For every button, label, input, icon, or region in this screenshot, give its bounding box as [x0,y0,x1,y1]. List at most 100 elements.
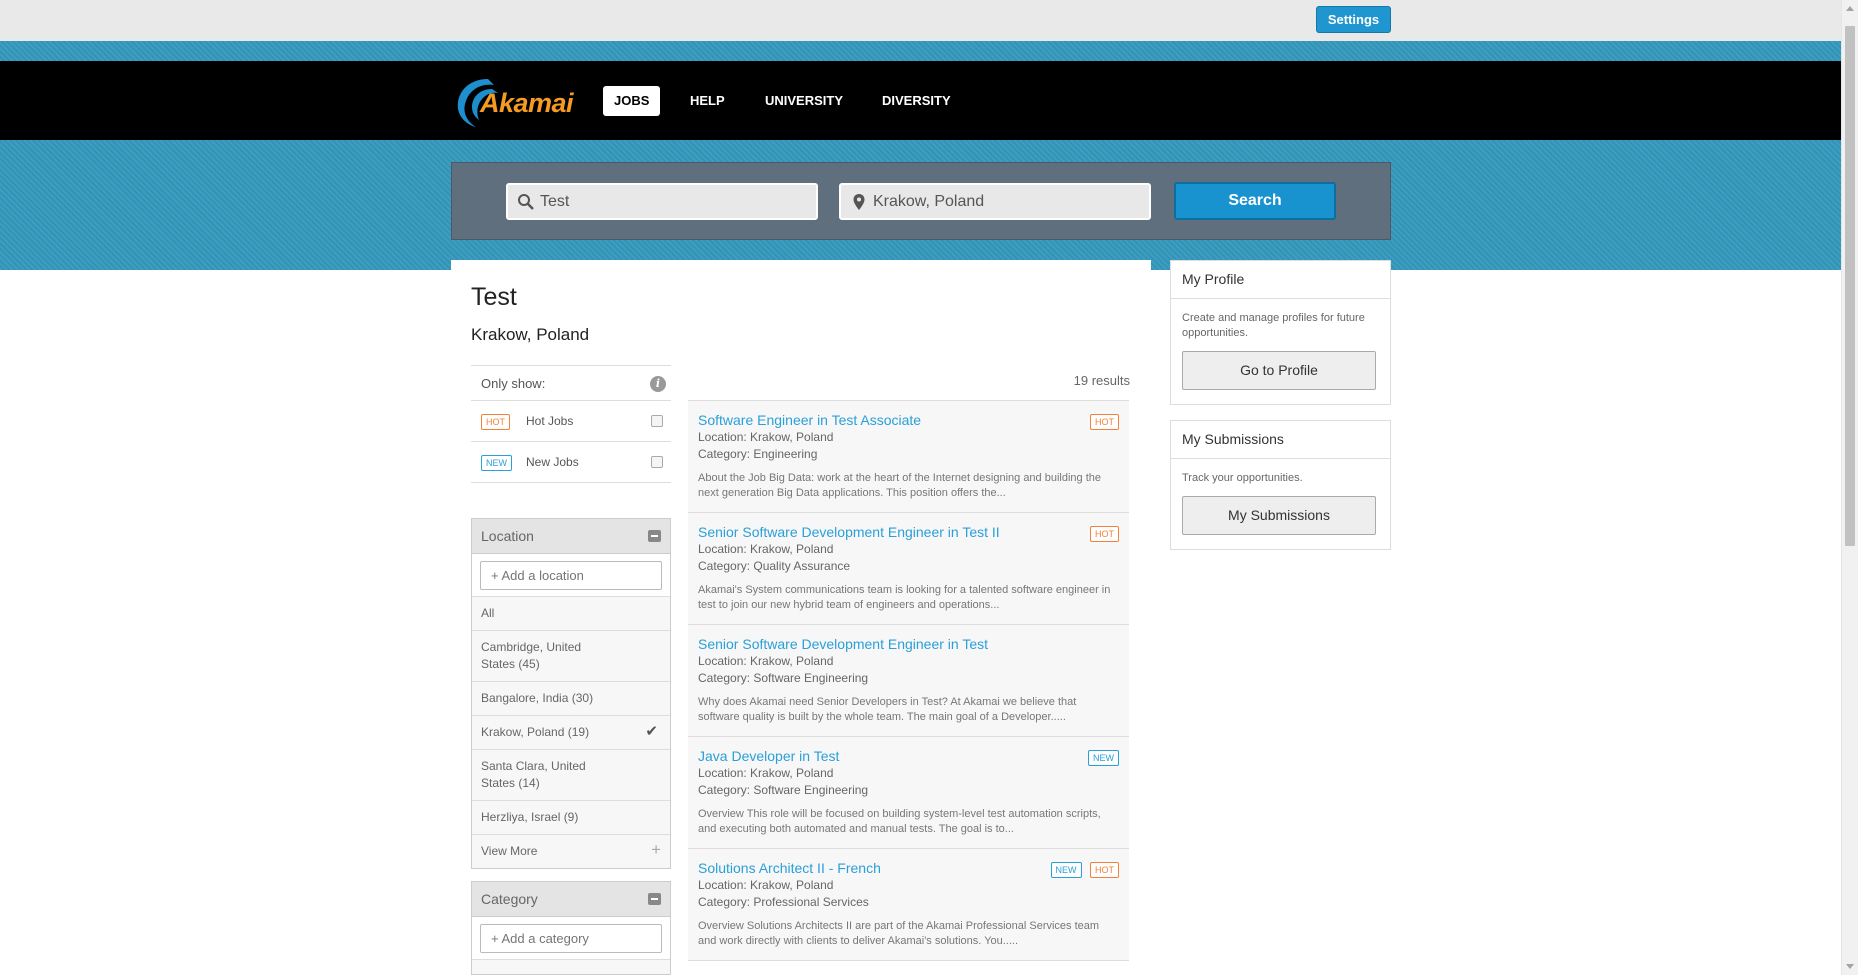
location-facet: Location All Cambridge, United States (4… [471,518,671,869]
my-submissions-card: My Submissions Track your opportunities.… [1170,420,1391,550]
only-show-header: Only show: i [471,365,671,401]
job-description: Overview This role will be focused on bu… [698,808,1101,835]
checkmark-icon: ✔ [645,723,658,740]
results-count: 19 results [1073,373,1130,388]
info-icon[interactable]: i [650,376,666,392]
search-panel: Search [451,162,1391,240]
job-category: Category: Software Engineering [698,671,869,685]
job-description: About the Job Big Data: work at the hear… [698,472,1101,499]
job-title-link[interactable]: Java Developer in Test [698,748,1119,765]
new-tag: NEW [481,455,512,471]
scroll-thumb[interactable] [1845,26,1855,546]
hot-jobs-checkbox[interactable] [651,415,663,427]
my-submissions-title: My Submissions [1171,421,1390,459]
nav-university[interactable]: UNIVERSITY [754,86,854,116]
job-location: Location: Krakow, Poland [698,430,834,444]
hot-jobs-filter[interactable]: HOT Hot Jobs [471,401,671,442]
page-title: Test [471,283,517,311]
location-option-santa-clara[interactable]: Santa Clara, United States (14) [472,750,670,801]
add-category-row [472,917,670,960]
logo-text: Akamai [480,88,574,118]
my-profile-title: My Profile [1171,261,1390,299]
job-title-link[interactable]: Senior Software Development Engineer in … [698,524,1119,541]
add-category-input[interactable] [480,924,662,953]
only-show-label: Only show: [481,376,546,391]
job-category: Category: Professional Services [698,895,869,909]
job-location: Location: Krakow, Poland [698,878,834,892]
my-profile-text: Create and manage profiles for future op… [1182,312,1365,339]
job-card[interactable]: Software Engineer in Test Associate Loca… [688,401,1129,513]
settings-bar: Settings [0,0,1841,41]
new-jobs-checkbox[interactable] [651,456,663,468]
job-title-link[interactable]: Software Engineer in Test Associate [698,412,1119,429]
location-option-krakow[interactable]: Krakow, Poland (19) ✔ [472,716,670,750]
scroll-up-arrow-icon[interactable] [1846,6,1854,11]
location-field[interactable] [839,183,1151,220]
location-facet-header[interactable]: Location [472,519,670,554]
add-location-input[interactable] [480,561,662,590]
job-category: Category: Engineering [698,447,818,461]
job-location: Location: Krakow, Poland [698,654,834,668]
settings-button[interactable]: Settings [1316,6,1391,33]
category-facet: Category [471,881,671,975]
job-location: Location: Krakow, Poland [698,542,834,556]
job-location: Location: Krakow, Poland [698,766,834,780]
keyword-field[interactable] [506,183,818,220]
job-results-list: Software Engineer in Test Associate Loca… [688,400,1129,961]
job-category: Category: Quality Assurance [698,559,851,573]
location-facet-title: Location [481,528,534,544]
category-facet-title: Category [481,891,538,907]
view-more-label: View More [481,844,538,858]
akamai-logo[interactable]: Akamai [454,73,582,129]
location-option-bangalore[interactable]: Bangalore, India (30) [472,682,670,716]
nav-help[interactable]: HELP [679,86,736,116]
job-category: Category: Software Engineering [698,783,869,797]
category-facet-header[interactable]: Category [472,882,670,917]
hot-tag: HOT [1090,414,1119,430]
location-option-cambridge[interactable]: Cambridge, United States (45) [472,631,670,682]
collapse-icon[interactable] [648,893,661,905]
my-submissions-button[interactable]: My Submissions [1182,496,1376,535]
nav-diversity[interactable]: DIVERSITY [871,86,962,116]
top-stripe-band [0,41,1841,61]
map-pin-icon [853,194,865,210]
add-location-row [472,554,670,597]
job-tags: HOT [1086,412,1119,430]
hot-tag: HOT [481,414,510,430]
job-card[interactable]: Senior Software Development Engineer in … [688,625,1129,737]
new-tag: NEW [1050,862,1082,878]
new-jobs-label: New Jobs [526,455,579,469]
results-card: Test Krakow, Poland Only show: i HOT Hot… [451,260,1151,975]
job-card[interactable]: Senior Software Development Engineer in … [688,513,1129,625]
plus-icon: + [651,840,661,859]
main-nav: Akamai JOBS HELP UNIVERSITY DIVERSITY [0,61,1841,140]
job-card[interactable]: Solutions Architect II - French Location… [688,849,1129,961]
nav-jobs[interactable]: JOBS [603,86,661,116]
keyword-input[interactable] [540,185,800,218]
scroll-down-arrow-icon[interactable] [1846,964,1854,969]
location-option-all[interactable]: All [472,597,670,631]
location-option-herzliya[interactable]: Herzliya, Israel (9) [472,801,670,835]
location-input[interactable] [873,185,1133,218]
hot-jobs-label: Hot Jobs [526,414,574,428]
new-jobs-filter[interactable]: NEW New Jobs [471,442,671,483]
go-to-profile-button[interactable]: Go to Profile [1182,351,1376,390]
job-tags: NEW [1084,748,1119,766]
job-title-link[interactable]: Senior Software Development Engineer in … [698,636,1119,653]
page-scrollbar[interactable] [1841,0,1858,975]
job-description: Akamai's System communications team is l… [698,584,1111,611]
location-view-more[interactable]: View More + [472,835,670,868]
job-description: Overview Solutions Architects II are par… [698,920,1100,947]
only-show-filters: Only show: i HOT Hot Jobs NEW New Jobs [471,365,671,483]
my-profile-card: My Profile Create and manage profiles fo… [1170,260,1391,405]
location-option-krakow-label: Krakow, Poland (19) [481,725,590,739]
job-card[interactable]: Java Developer in Test Location: Krakow,… [688,737,1129,849]
search-button[interactable]: Search [1174,182,1336,220]
my-submissions-text: Track your opportunities. [1182,472,1303,484]
new-tag: NEW [1088,750,1119,766]
job-description: Why does Akamai need Senior Developers i… [698,696,1077,723]
collapse-icon[interactable] [648,530,661,542]
hot-tag: HOT [1090,526,1119,542]
job-tags: HOT [1086,524,1119,542]
search-icon [518,194,534,210]
